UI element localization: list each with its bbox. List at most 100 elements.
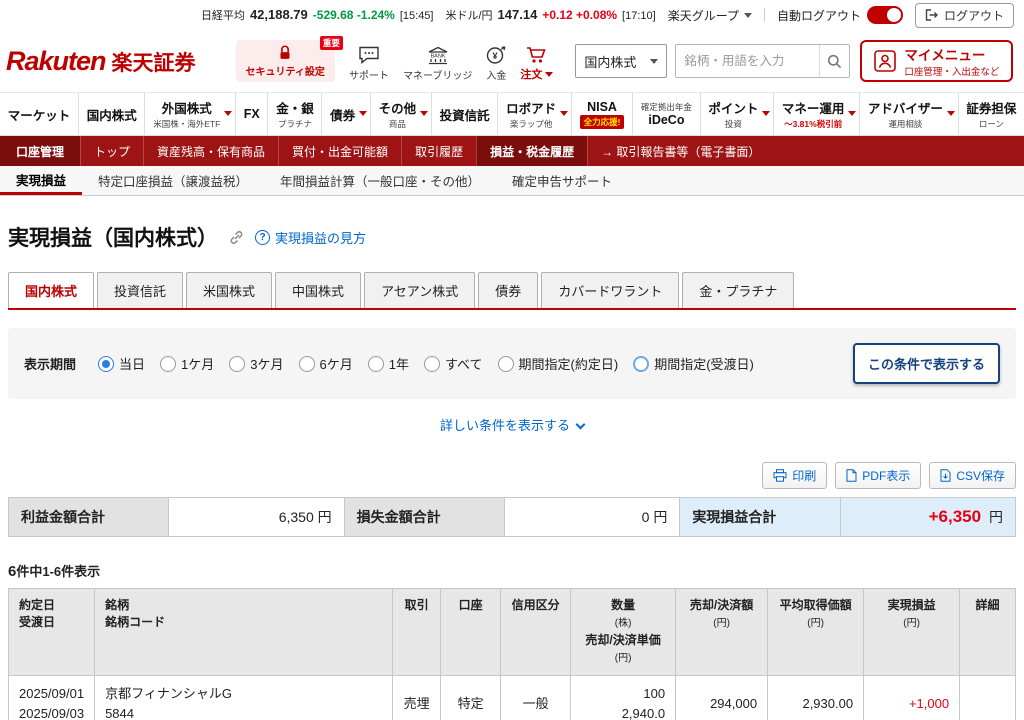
subtab-realized-pl[interactable]: 実現損益 xyxy=(0,166,83,195)
security-settings-button[interactable]: 重要 セキュリティ設定 xyxy=(235,36,343,82)
loss-total-value: 0 円 xyxy=(503,497,681,537)
logo-shoken-text: 楽天証券 xyxy=(111,51,196,75)
rednav-item-pl-tax-history[interactable]: 損益・税金履歴 xyxy=(476,136,588,166)
auto-logout-toggle[interactable] xyxy=(866,6,903,24)
nav-item-roboad[interactable]: ロボアド 楽ラップ他 xyxy=(498,93,572,135)
radio-all[interactable]: すべて xyxy=(423,354,483,373)
chevron-down-icon xyxy=(762,111,771,116)
detail-cell xyxy=(959,674,1016,720)
rakuten-group-dropdown[interactable]: 楽天グループ xyxy=(668,7,752,24)
nav-item-foreign-stock[interactable]: 外国株式 米国株・海外ETF xyxy=(145,93,236,135)
radio-range-settle-date[interactable]: 期間指定(受渡日) xyxy=(633,354,754,373)
rednav-item-withdrawable[interactable]: 買付・出金可能額 xyxy=(278,136,401,166)
rednav-item-assets[interactable]: 資産残高・保有商品 xyxy=(143,136,278,166)
csv-save-button[interactable]: CSV保存 xyxy=(929,462,1016,489)
money-bridge-button[interactable]: BANK マネーブリッジ xyxy=(403,46,472,82)
nav-item-fx[interactable]: FX xyxy=(236,93,269,135)
period-filter-label: 表示期間 xyxy=(24,357,77,372)
nav-item-funds[interactable]: 投資信託 xyxy=(432,93,499,135)
nav-item-domestic-stock[interactable]: 国内株式 xyxy=(79,93,146,135)
rednav-item-trade-history[interactable]: 取引履歴 xyxy=(401,136,476,166)
csv-file-icon xyxy=(940,469,951,482)
radio-circle xyxy=(367,355,384,372)
radio-circle xyxy=(633,355,650,372)
nav-item-gold-platinum[interactable]: 金・銀 プラチナ xyxy=(268,93,323,135)
pdf-view-button[interactable]: PDF表示 xyxy=(835,462,922,489)
tab-investment-trust[interactable]: 投資信託 xyxy=(97,272,184,308)
nav-item-other-products[interactable]: その他 商品 xyxy=(371,93,432,135)
radio-1month[interactable]: 1ケ月 xyxy=(160,354,214,373)
qty-price-cell: 100 2,940.0 xyxy=(570,674,677,720)
support-button[interactable]: サポート xyxy=(349,46,389,82)
tab-domestic-stock[interactable]: 国内株式 xyxy=(8,272,95,308)
tab-gold-platinum[interactable]: 金・プラチナ xyxy=(682,272,795,308)
site-header: Rakuten 楽天証券 重要 セキュリティ設定 サポート BANK マネーブリ… xyxy=(0,30,1024,92)
nav-item-nisa[interactable]: NISA 全力応援! xyxy=(572,93,634,135)
nav-item-ideco[interactable]: 確定拠出年金 iDeCo xyxy=(633,93,701,135)
realized-pl-cell: +1,000 xyxy=(863,674,961,720)
tab-covered-warrant[interactable]: カバードワラント xyxy=(541,272,680,308)
avg-price-cell: 2,930.00 xyxy=(767,674,865,720)
rednav-item-reports[interactable]: → 取引報告書等（電子書面） xyxy=(587,136,773,166)
radio-range-trade-date[interactable]: 期間指定(約定日) xyxy=(497,354,618,373)
search-button[interactable] xyxy=(819,45,849,77)
my-menu-button[interactable]: マイメニュー 口座管理・入出金など xyxy=(860,40,1014,82)
chevron-down-icon xyxy=(559,111,568,116)
subtab-annual-pl-calc[interactable]: 年間損益計算（一般口座・その他） xyxy=(264,166,496,195)
subtab-tax-return-support[interactable]: 確定申告サポート xyxy=(496,166,628,195)
radio-circle xyxy=(298,355,315,372)
chevron-down-icon xyxy=(848,111,857,116)
col-trade-type: 取引 xyxy=(392,588,442,676)
loss-total-label: 損失金額合計 xyxy=(343,497,505,537)
rakuten-group-label: 楽天グループ xyxy=(667,8,739,23)
search-icon xyxy=(828,54,842,68)
category-select[interactable]: 国内株式 xyxy=(575,44,668,78)
link-icon[interactable] xyxy=(228,229,245,246)
radio-circle xyxy=(98,355,115,372)
show-detailed-conditions-link[interactable]: 詳しい条件を表示する xyxy=(8,415,1016,434)
radio-3month[interactable]: 3ケ月 xyxy=(229,354,284,373)
subtab-specific-account-pl[interactable]: 特定口座損益（譲渡益税） xyxy=(82,166,264,195)
tab-us-stock[interactable]: 米国株式 xyxy=(186,272,273,308)
deposit-button[interactable]: ¥ 入金 xyxy=(486,46,506,82)
col-dates: 約定日 受渡日 xyxy=(7,588,96,676)
auto-logout-label: 自動ログアウト xyxy=(776,8,861,23)
order-button[interactable]: 注文 xyxy=(520,46,554,82)
rakuten-securities-logo[interactable]: Rakuten 楽天証券 xyxy=(6,46,196,77)
search-input[interactable] xyxy=(676,54,820,68)
usdjpy-value: 147.14 xyxy=(497,7,538,22)
rednav-item-top[interactable]: トップ xyxy=(80,136,143,166)
nav-item-securities-loan[interactable]: 証券担保 ローン xyxy=(959,93,1024,135)
bank-icon: BANK xyxy=(428,46,447,65)
logout-button[interactable]: ログアウト xyxy=(914,2,1014,28)
chevron-down-icon xyxy=(545,71,554,77)
nav-item-point-invest[interactable]: ポイント 投資 xyxy=(701,93,775,135)
nav-item-bonds[interactable]: 債券 xyxy=(322,93,371,135)
symbol-search xyxy=(675,44,851,78)
tab-bonds[interactable]: 債券 xyxy=(478,272,539,308)
symbol-cell: 京都フィナンシャルG 5844 xyxy=(94,674,394,720)
print-button[interactable]: 印刷 xyxy=(762,462,828,489)
asset-category-tabs: 国内株式 投資信託 米国株式 中国株式 アセアン株式 債券 カバードワラント 金… xyxy=(8,272,1016,310)
radio-today[interactable]: 当日 xyxy=(98,354,145,373)
nav-item-money-management[interactable]: マネー運用 ～3.81%税引前 xyxy=(774,93,861,135)
tab-china-stock[interactable]: 中国株式 xyxy=(275,272,362,308)
rednav-section-account: 口座管理 xyxy=(0,136,81,166)
period-filter: 表示期間 当日 1ケ月 3ケ月 6ケ月 1年 すべて 期間指定(約定日) 期間指… xyxy=(8,328,1016,399)
apply-filter-button[interactable]: この条件で表示する xyxy=(852,343,1000,384)
realized-pl-table: 約定日 受渡日 銘柄 銘柄コード 取引 口座 信用区分 数量 (株) 売却/決済… xyxy=(7,588,1016,720)
tab-asean-stock[interactable]: アセアン株式 xyxy=(364,272,476,308)
result-count: 6件中1-6件表示 xyxy=(8,563,101,580)
col-detail: 詳細 xyxy=(959,588,1016,676)
nav-item-advisor[interactable]: アドバイザー 運用相談 xyxy=(860,93,959,135)
pl-guide-link[interactable]: ? 実現損益の見方 xyxy=(255,228,366,247)
question-icon: ? xyxy=(255,229,270,245)
radio-1year[interactable]: 1年 xyxy=(367,354,409,373)
chevron-down-icon xyxy=(946,111,955,116)
chat-bubble-icon xyxy=(359,46,379,64)
account-navigation: 口座管理 トップ 資産残高・保有商品 買付・出金可能額 取引履歴 損益・税金履歴… xyxy=(0,136,1024,166)
radio-6month[interactable]: 6ケ月 xyxy=(298,354,353,373)
radio-circle xyxy=(160,355,177,372)
nav-item-market[interactable]: マーケット xyxy=(0,93,79,135)
realized-pl-total-value: +6,350 円 xyxy=(839,497,1017,537)
